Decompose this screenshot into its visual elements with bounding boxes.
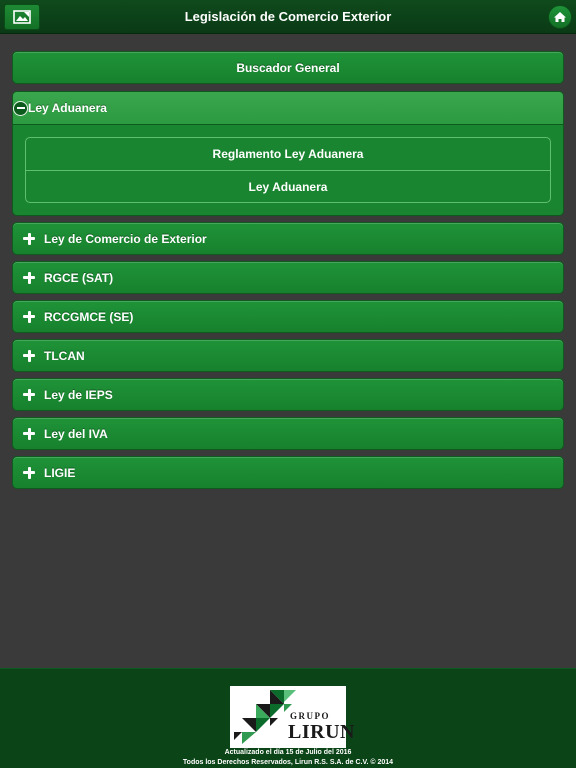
logo-lirun-text: LIRUN (288, 721, 355, 743)
home-button[interactable] (548, 5, 572, 29)
section-label: Ley del IVA (44, 426, 108, 441)
sub-item-reglamento-ley-aduanera[interactable]: Reglamento Ley Aduanera (26, 138, 550, 170)
section-tlcan[interactable]: TLCAN (12, 339, 564, 372)
expand-icon (22, 466, 36, 480)
gallery-button[interactable] (4, 4, 40, 30)
section-ley-del-iva[interactable]: Ley del IVA (12, 417, 564, 450)
page-title: Legislación de Comercio Exterior (184, 9, 392, 24)
expand-icon (22, 427, 36, 441)
section-label: TLCAN (44, 348, 85, 363)
section-ligie[interactable]: LIGIE (12, 456, 564, 489)
expand-icon (22, 271, 36, 285)
sub-item-ley-aduanera[interactable]: Ley Aduanera (26, 170, 550, 202)
sub-items-list: Reglamento Ley Aduanera Ley Aduanera (25, 137, 551, 203)
section-label: Ley de Comercio de Exterior (44, 231, 207, 246)
general-search-label: Buscador General (236, 60, 340, 75)
expand-icon (22, 310, 36, 324)
logo-grupo-text: GRUPO (290, 711, 330, 721)
updated-date-text: Actualizado el día 15 de Julio del 2016 (224, 749, 352, 756)
section-label: RGCE (SAT) (44, 270, 114, 285)
copyright-text: Todos los Derechos Reservados, Lirun R.S… (182, 759, 394, 766)
section-ley-de-comercio-de-exterior[interactable]: Ley de Comercio de Exterior (12, 222, 564, 255)
section-label: Ley de IEPS (44, 387, 113, 402)
footer: GRUPO LIRUN Actualizado el día 15 de Jul… (0, 668, 576, 768)
image-gallery-icon (13, 10, 31, 24)
section-rccgmce-se[interactable]: RCCGMCE (SE) (12, 300, 564, 333)
expand-icon (22, 349, 36, 363)
section-label: Ley Aduanera (28, 101, 107, 115)
grupo-lirun-logo: GRUPO LIRUN (230, 686, 354, 748)
general-search-button[interactable]: Buscador General (12, 51, 564, 84)
top-navigation-bar: Legislación de Comercio Exterior (0, 0, 576, 34)
section-ley-de-ieps[interactable]: Ley de IEPS (12, 378, 564, 411)
collapse-icon (13, 100, 28, 116)
section-header-ley-aduanera[interactable]: Ley Aduanera (13, 92, 563, 125)
expand-icon (22, 388, 36, 402)
section-body: Reglamento Ley Aduanera Ley Aduanera (13, 125, 563, 215)
section-label: RCCGMCE (SE) (44, 309, 134, 324)
section-rgce-sat[interactable]: RGCE (SAT) (12, 261, 564, 294)
section-label: LIGIE (44, 465, 76, 480)
expanded-section-ley-aduanera: Ley Aduanera Reglamento Ley Aduanera Ley… (12, 91, 564, 216)
home-icon (554, 12, 566, 22)
law-menu-list: Buscador General Ley Aduanera Reglamento… (12, 51, 564, 489)
expand-icon (22, 232, 36, 246)
